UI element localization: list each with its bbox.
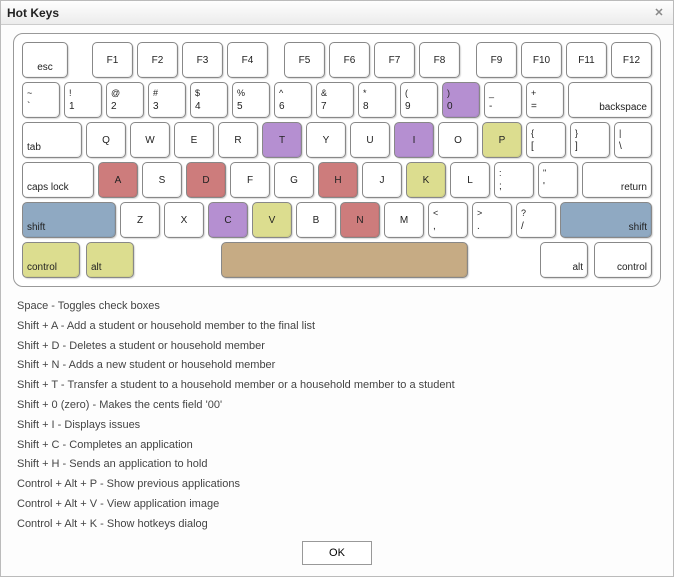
key-c: C — [208, 202, 248, 238]
key-equals: += — [526, 82, 564, 118]
key-return: return — [582, 162, 652, 198]
key-2: @2 — [106, 82, 144, 118]
key-f11: F11 — [566, 42, 607, 78]
key-t: T — [262, 122, 302, 158]
key-u: U — [350, 122, 390, 158]
keyboard-graphic: esc F1 F2 F3 F4 F5 F6 F7 F8 F9 F10 F11 F… — [13, 33, 661, 287]
key-g: G — [274, 162, 314, 198]
key-5: %5 — [232, 82, 270, 118]
key-y: Y — [306, 122, 346, 158]
keyboard-row-z: shift Z X C V B N M <, >. ?/ shift — [22, 202, 652, 238]
key-n: N — [340, 202, 380, 238]
key-l: L — [450, 162, 490, 198]
dialog-button-row: OK — [13, 535, 661, 567]
shortcut-item: Control + Alt + K - Show hotkeys dialog — [17, 515, 661, 535]
key-1: !1 — [64, 82, 102, 118]
key-o: O — [438, 122, 478, 158]
key-slash: ?/ — [516, 202, 556, 238]
key-tab: tab — [22, 122, 82, 158]
key-comma: <, — [428, 202, 468, 238]
shortcut-item: Shift + 0 (zero) - Makes the cents field… — [17, 396, 661, 416]
key-s: S — [142, 162, 182, 198]
window-title: Hot Keys — [7, 6, 651, 20]
key-r: R — [218, 122, 258, 158]
shortcut-item: Space - Toggles check boxes — [17, 297, 661, 317]
key-alt-left: alt — [86, 242, 134, 278]
key-f: F — [230, 162, 270, 198]
key-lbracket: {[ — [526, 122, 566, 158]
key-m: M — [384, 202, 424, 238]
key-minus: _- — [484, 82, 522, 118]
shortcut-item: Shift + C - Completes an application — [17, 436, 661, 456]
key-esc: esc — [22, 42, 68, 78]
key-k: K — [406, 162, 446, 198]
key-8: *8 — [358, 82, 396, 118]
key-3: #3 — [148, 82, 186, 118]
hotkeys-dialog: Hot Keys ✕ esc F1 F2 F3 F4 F5 F6 F7 F8 F… — [0, 0, 674, 577]
key-f4: F4 — [227, 42, 268, 78]
key-4: $4 — [190, 82, 228, 118]
ok-button[interactable]: OK — [302, 541, 372, 565]
key-z: Z — [120, 202, 160, 238]
shortcut-item: Shift + A - Add a student or household m… — [17, 317, 661, 337]
key-9: (9 — [400, 82, 438, 118]
key-6: ^6 — [274, 82, 312, 118]
shortcut-item: Shift + D - Deletes a student or househo… — [17, 337, 661, 357]
dialog-content: esc F1 F2 F3 F4 F5 F6 F7 F8 F9 F10 F11 F… — [1, 25, 673, 576]
close-icon[interactable]: ✕ — [651, 5, 667, 21]
key-p: P — [482, 122, 522, 158]
key-rbracket: }] — [570, 122, 610, 158]
key-d: D — [186, 162, 226, 198]
key-f10: F10 — [521, 42, 562, 78]
shortcut-list: Space - Toggles check boxes Shift + A - … — [17, 297, 661, 535]
key-7: &7 — [316, 82, 354, 118]
titlebar: Hot Keys ✕ — [1, 1, 673, 25]
key-f12: F12 — [611, 42, 652, 78]
key-quote: "' — [538, 162, 578, 198]
keyboard-row-num: ~` !1 @2 #3 $4 %5 ^6 &7 *8 (9 )0 _- += b… — [22, 82, 652, 118]
shortcut-item: Shift + I - Displays issues — [17, 416, 661, 436]
key-backslash: |\ — [614, 122, 652, 158]
keyboard-row-q: tab Q W E R T Y U I O P {[ }] |\ — [22, 122, 652, 158]
key-shift-left: shift — [22, 202, 116, 238]
key-a: A — [98, 162, 138, 198]
key-period: >. — [472, 202, 512, 238]
shortcut-item: Shift + T - Transfer a student to a hous… — [17, 376, 661, 396]
key-f8: F8 — [419, 42, 460, 78]
key-f1: F1 — [92, 42, 133, 78]
key-backspace: backspace — [568, 82, 652, 118]
key-f5: F5 — [284, 42, 325, 78]
key-grave: ~` — [22, 82, 60, 118]
keyboard-row-bottom: control alt alt control — [22, 242, 652, 278]
keyboard-row-fn: esc F1 F2 F3 F4 F5 F6 F7 F8 F9 F10 F11 F… — [22, 42, 652, 78]
key-w: W — [130, 122, 170, 158]
key-j: J — [362, 162, 402, 198]
key-f2: F2 — [137, 42, 178, 78]
key-i: I — [394, 122, 434, 158]
shortcut-item: Control + Alt + P - Show previous applic… — [17, 475, 661, 495]
key-q: Q — [86, 122, 126, 158]
key-f6: F6 — [329, 42, 370, 78]
shortcut-item: Shift + N - Adds a new student or househ… — [17, 356, 661, 376]
key-space — [221, 242, 468, 278]
keyboard-row-a: caps lock A S D F G H J K L :; "' return — [22, 162, 652, 198]
key-v: V — [252, 202, 292, 238]
key-f9: F9 — [476, 42, 517, 78]
key-capslock: caps lock — [22, 162, 94, 198]
key-b: B — [296, 202, 336, 238]
key-e: E — [174, 122, 214, 158]
key-f7: F7 — [374, 42, 415, 78]
key-shift-right: shift — [560, 202, 652, 238]
key-semicolon: :; — [494, 162, 534, 198]
key-x: X — [164, 202, 204, 238]
key-control-left: control — [22, 242, 80, 278]
shortcut-item: Shift + H - Sends an application to hold — [17, 455, 661, 475]
key-h: H — [318, 162, 358, 198]
key-f3: F3 — [182, 42, 223, 78]
shortcut-item: Control + Alt + V - View application ima… — [17, 495, 661, 515]
key-alt-right: alt — [540, 242, 588, 278]
key-control-right: control — [594, 242, 652, 278]
key-0: )0 — [442, 82, 480, 118]
